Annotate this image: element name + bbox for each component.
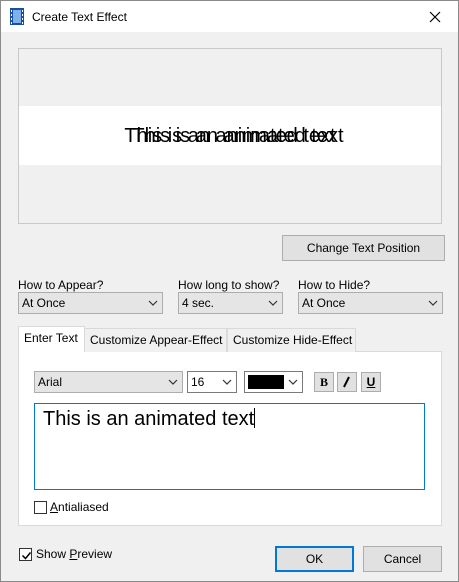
font-select[interactable]: Arial (34, 371, 183, 393)
hide-select[interactable]: At Once (298, 292, 443, 314)
show-preview-label-pre: Show (36, 547, 70, 561)
duration-value: 4 sec. (182, 296, 215, 310)
italic-icon (343, 376, 350, 388)
editor-text: This is an animated text (43, 408, 255, 430)
text-caret (254, 408, 256, 428)
tab-customize-hide-effect[interactable]: Customize Hide-Effect (227, 328, 356, 352)
show-preview-label-rest: review (77, 547, 113, 561)
title-bar: Create Text Effect (1, 1, 458, 32)
chevron-down-icon (288, 379, 298, 385)
antialiased-label-mnemonic: A (50, 500, 59, 514)
dialog-window: Create Text Effect This is an animated t… (0, 0, 459, 582)
ok-button[interactable]: OK (275, 546, 354, 572)
checkmark-icon (21, 552, 32, 560)
close-icon (429, 11, 441, 22)
window-title: Create Text Effect (32, 10, 127, 24)
chevron-down-icon (268, 300, 278, 306)
show-preview-checkbox[interactable] (19, 548, 32, 561)
antialiased-label[interactable]: Antialiased (50, 500, 109, 514)
font-value: Arial (38, 375, 63, 389)
antialiased-checkbox[interactable] (34, 501, 47, 514)
color-select[interactable] (244, 371, 303, 393)
close-button[interactable] (412, 1, 458, 32)
appear-label: How to Appear? (18, 278, 104, 292)
italic-button[interactable] (337, 372, 357, 392)
appear-select[interactable]: At Once (18, 292, 163, 314)
tab-enter-text[interactable]: Enter Text (18, 326, 85, 352)
chevron-down-icon (222, 379, 232, 385)
font-size-select[interactable]: 16 (187, 371, 237, 393)
preview-area: This is an animated text This is an anim… (18, 48, 442, 224)
film-app-icon (10, 8, 24, 25)
underline-button[interactable]: U (361, 372, 381, 392)
duration-select[interactable]: 4 sec. (178, 292, 283, 314)
hide-value: At Once (302, 296, 346, 310)
text-editor[interactable]: This is an animated text (34, 403, 425, 490)
appear-value: At Once (22, 296, 66, 310)
show-preview-label[interactable]: Show Preview (36, 547, 112, 561)
font-size-value: 16 (191, 375, 205, 389)
preview-band: This is an animated text This is an anim… (19, 106, 441, 165)
duration-label: How long to show? (178, 278, 280, 292)
chevron-down-icon (148, 300, 158, 306)
chevron-down-icon (168, 379, 178, 385)
antialiased-label-rest: ntialiased (58, 500, 109, 514)
preview-text-frame-b: This is an animated text (132, 125, 344, 147)
tab-customize-appear-effect[interactable]: Customize Appear-Effect (84, 328, 227, 352)
change-text-position-button[interactable]: Change Text Position (282, 235, 445, 261)
hide-label: How to Hide? (298, 278, 371, 292)
bold-button[interactable]: B (314, 372, 334, 392)
chevron-down-icon (428, 300, 438, 306)
color-swatch (248, 375, 284, 389)
cancel-button[interactable]: Cancel (363, 546, 442, 572)
